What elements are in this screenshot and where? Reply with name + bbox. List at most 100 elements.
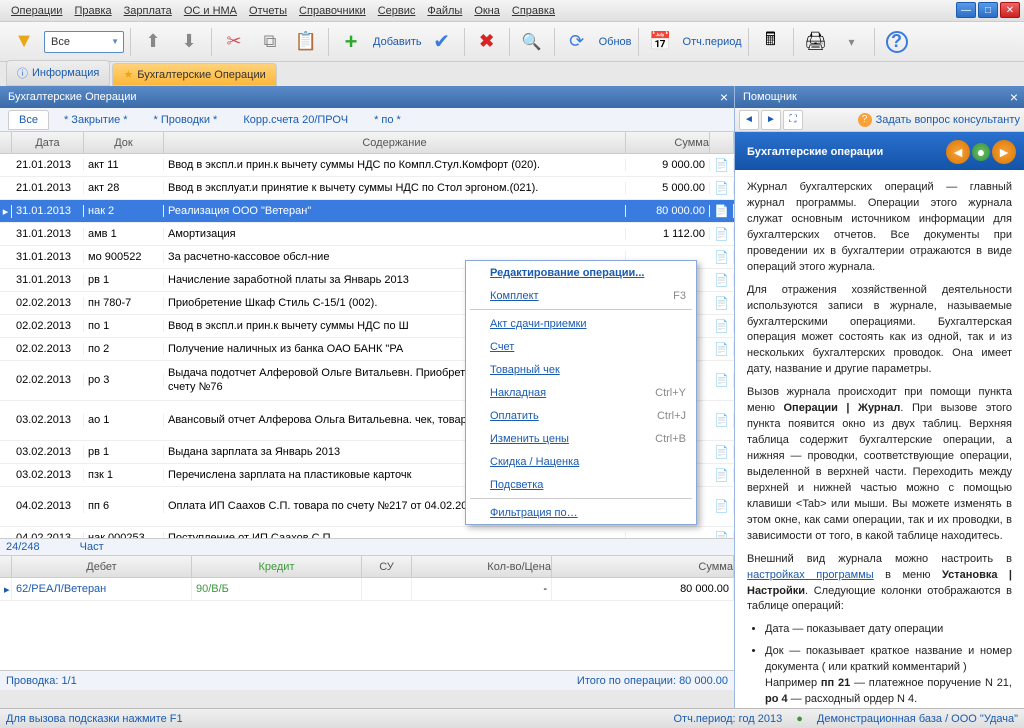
delete-icon[interactable]: ✖ (471, 26, 503, 58)
pane-close-icon[interactable]: × (720, 89, 728, 105)
context-menu-item[interactable]: КомплектF3 (466, 284, 696, 307)
menu-salary[interactable]: Зарплата (118, 2, 178, 20)
col-date[interactable]: Дата (12, 132, 84, 153)
row-doc-icon[interactable]: 📄 (710, 273, 734, 287)
col-su[interactable]: СУ (362, 556, 412, 577)
menu-reports[interactable]: Отчеты (243, 2, 293, 20)
context-menu-item[interactable]: Товарный чек (466, 358, 696, 381)
context-menu-item[interactable]: Редактирование операции... (466, 261, 696, 284)
ftab-by[interactable]: * по * (363, 110, 412, 130)
filter-combo[interactable]: Все (44, 31, 124, 53)
row-doc-icon[interactable]: 📄 (710, 181, 734, 195)
tab-operations[interactable]: ★Бухгалтерские Операции (112, 63, 276, 86)
table-row[interactable]: 21.01.2013акт 11Ввод в экспл.и прин.к вы… (0, 154, 734, 177)
help-next-icon[interactable]: ► (992, 140, 1016, 164)
toolbar: ▼ Все ⬆ ⬇ ✂ ⧉ 📋 + Добавить ✔ ✖ 🔍 ⟳ Обнов… (0, 22, 1024, 62)
row-doc-icon[interactable]: 📄 (710, 413, 734, 427)
minimize-button[interactable]: — (956, 2, 976, 18)
row-doc-icon[interactable]: 📄 (710, 319, 734, 333)
table-row[interactable]: 31.01.2013амв 1Амортизация1 112.00📄 (0, 223, 734, 246)
print-icon[interactable]: 🖨 (800, 26, 832, 58)
row-doc-icon[interactable]: 📄 (710, 373, 734, 387)
menu-operations[interactable]: Операции (5, 2, 68, 20)
help-prev-icon[interactable]: ◄ (946, 140, 970, 164)
ask-consultant-link[interactable]: ? Задать вопрос консультанту (858, 113, 1020, 127)
ftab-all[interactable]: Все (8, 110, 49, 130)
help-fwd-icon[interactable]: ► (761, 110, 781, 130)
help-icon[interactable]: ? (881, 26, 913, 58)
menu-edit[interactable]: Правка (68, 2, 117, 20)
menu-refs[interactable]: Справочники (293, 2, 372, 20)
help-expand-icon[interactable]: ⛶ (783, 110, 803, 130)
sort-desc-icon[interactable]: ⬇ (173, 26, 205, 58)
refresh-button[interactable]: Обнов (599, 36, 632, 48)
period-button[interactable]: Отч.период (683, 36, 742, 48)
context-menu-item[interactable]: Изменить ценыCtrl+B (466, 427, 696, 450)
entries-status: Проводка: 1/1 Итого по операции: 80 000.… (0, 670, 734, 690)
entries-grid[interactable]: ▸ 62/РЕАЛ/Ветеран 90/В/Б - 80 000.00 (0, 578, 734, 670)
window-controls: — □ ✕ (956, 2, 1020, 18)
col-doc[interactable]: Док (84, 132, 164, 153)
paste-icon[interactable]: 📋 (290, 26, 322, 58)
ftab-corr[interactable]: Корр.счета 20/ПРОЧ (232, 110, 359, 130)
pane-title: Бухгалтерские Операции × (0, 86, 734, 108)
table-row[interactable]: ▸31.01.2013нак 2Реализация ООО "Ветеран"… (0, 200, 734, 223)
print-dropdown-icon[interactable]: ▾ (836, 26, 868, 58)
help-home-icon[interactable]: ● (972, 143, 990, 161)
row-doc-icon[interactable]: 📄 (710, 531, 734, 538)
menu-service[interactable]: Сервис (372, 2, 422, 20)
table-row[interactable]: 21.01.2013акт 28Ввод в эксплуат.и принят… (0, 177, 734, 200)
help-settings-link[interactable]: настройках программы (747, 569, 874, 581)
row-doc-icon[interactable]: 📄 (710, 499, 734, 513)
cut-icon[interactable]: ✂ (218, 26, 250, 58)
calculator-icon[interactable]: 🖩 (755, 26, 787, 58)
search-icon[interactable]: 🔍 (516, 26, 548, 58)
row-doc-icon[interactable]: 📄 (710, 342, 734, 356)
maximize-button[interactable]: □ (978, 2, 998, 18)
filter-icon[interactable]: ▼ (8, 26, 40, 58)
tab-info[interactable]: ⓘИнформация (6, 60, 110, 86)
row-doc-icon[interactable]: 📄 (710, 227, 734, 241)
col-credit[interactable]: Кредит (192, 556, 362, 577)
ftab-closing[interactable]: * Закрытие * (53, 110, 139, 130)
add-icon[interactable]: + (335, 26, 367, 58)
context-menu-item[interactable]: Скидка / Наценка (466, 450, 696, 473)
menu-assets[interactable]: ОС и НМА (178, 2, 243, 20)
copy-icon[interactable]: ⧉ (254, 26, 286, 58)
context-menu-item[interactable]: Счет (466, 335, 696, 358)
context-menu-item[interactable]: ОплатитьCtrl+J (466, 404, 696, 427)
row-doc-icon[interactable]: 📄 (710, 468, 734, 482)
col-sum[interactable]: Сумма (626, 132, 710, 153)
apply-icon[interactable]: ✔ (426, 26, 458, 58)
row-doc-icon[interactable]: 📄 (710, 296, 734, 310)
help-back-icon[interactable]: ◄ (739, 110, 759, 130)
sort-asc-icon[interactable]: ⬆ (137, 26, 169, 58)
col-content[interactable]: Содержание (164, 132, 626, 153)
context-menu-item[interactable]: Акт сдачи-приемки (466, 312, 696, 335)
col-sum2[interactable]: Сумма (552, 556, 734, 577)
row-doc-icon[interactable]: 📄 (710, 158, 734, 172)
refresh-icon[interactable]: ⟳ (561, 26, 593, 58)
row-doc-icon[interactable]: 📄 (710, 445, 734, 459)
context-menu-item[interactable]: Фильтрация по… (466, 501, 696, 524)
col-qty[interactable]: Кол-во/Цена (412, 556, 552, 577)
context-menu-item[interactable]: Подсветка (466, 473, 696, 496)
calendar-icon[interactable]: 📅 (645, 26, 677, 58)
menu-files[interactable]: Файлы (421, 2, 468, 20)
context-menu-item[interactable]: НакладнаяCtrl+Y (466, 381, 696, 404)
status-period: Отч.период: год 2013 (674, 713, 783, 725)
status-db: Демонстрационная база / ООО "Удача" (817, 713, 1018, 725)
close-button[interactable]: ✕ (1000, 2, 1020, 18)
menu-help[interactable]: Справка (506, 2, 561, 20)
entry-row[interactable]: ▸ 62/РЕАЛ/Ветеран 90/В/Б - 80 000.00 (0, 578, 734, 601)
col-debit[interactable]: Дебет (12, 556, 192, 577)
add-button[interactable]: Добавить (373, 36, 422, 48)
ftab-entries[interactable]: * Проводки * (143, 110, 229, 130)
row-doc-icon[interactable]: 📄 (710, 250, 734, 264)
menubar: Операции Правка Зарплата ОС и НМА Отчеты… (0, 0, 1024, 22)
help-close-icon[interactable]: × (1010, 89, 1018, 105)
row-doc-icon[interactable]: 📄 (710, 204, 734, 218)
table-row[interactable]: 04.02.2013нак 000253Поступление от ИП Са… (0, 527, 734, 538)
menu-windows[interactable]: Окна (468, 2, 506, 20)
help-content: Журнал бухгалтерских операций — главный … (735, 170, 1024, 726)
